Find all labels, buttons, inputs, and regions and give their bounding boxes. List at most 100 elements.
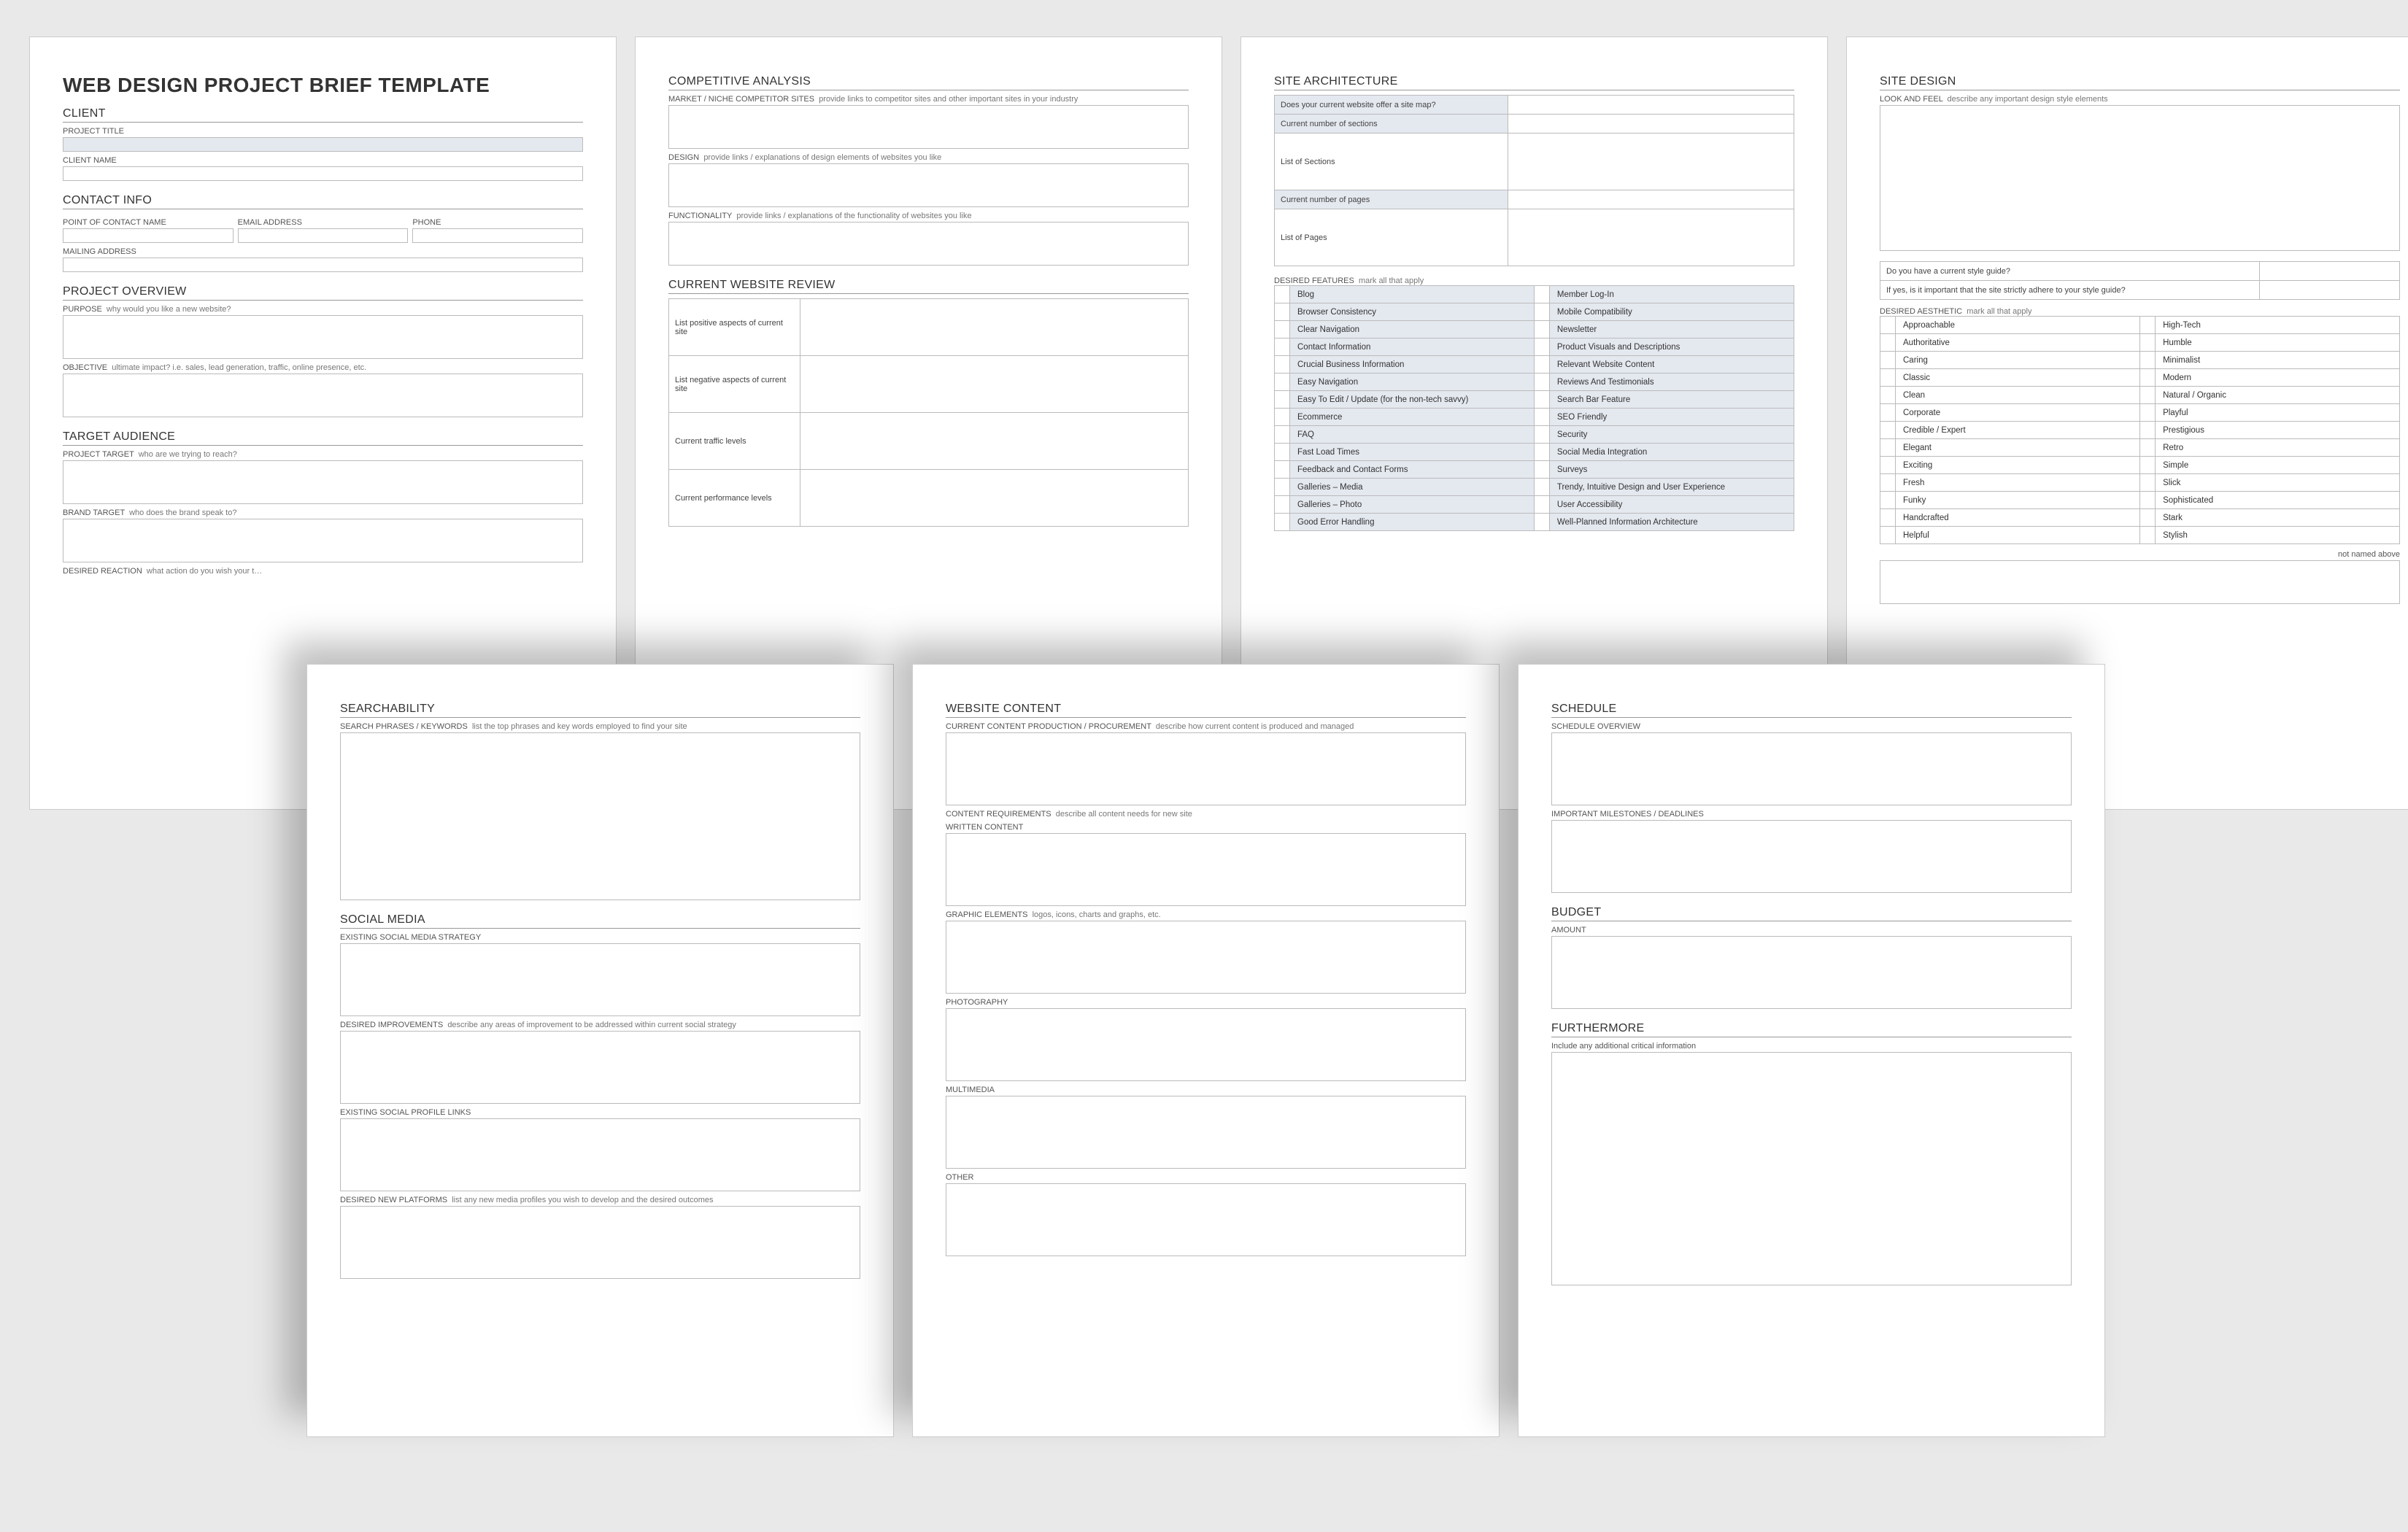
checkbox[interactable] [2140,474,2156,492]
field-list-pages[interactable] [1508,209,1794,266]
checkbox[interactable] [1275,444,1290,461]
checkbox[interactable] [1534,444,1549,461]
checkbox[interactable] [1880,474,1896,492]
checkbox[interactable] [1534,374,1549,391]
checkbox[interactable] [1880,317,1896,334]
checkbox[interactable] [1534,409,1549,426]
field-new-platforms[interactable] [340,1206,860,1279]
field-written[interactable] [946,833,1466,906]
checkbox[interactable] [1534,321,1549,338]
checkbox[interactable] [1534,303,1549,321]
checkbox[interactable] [1534,461,1549,479]
checkbox[interactable] [1880,387,1896,404]
checkbox[interactable] [1880,509,1896,527]
field-num-pages[interactable] [1508,190,1794,209]
field-objective[interactable] [63,374,583,417]
field-num-sections[interactable] [1508,115,1794,134]
field-sitemap[interactable] [1508,96,1794,115]
checkbox[interactable] [1880,334,1896,352]
field-furthermore[interactable] [1551,1052,2072,1285]
field-market[interactable] [668,105,1189,149]
field-other[interactable] [946,1183,1466,1256]
field-functionality[interactable] [668,222,1189,266]
checkbox[interactable] [1534,338,1549,356]
field-client-name[interactable] [63,166,583,181]
checkbox[interactable] [1275,356,1290,374]
field-positive[interactable] [800,299,1189,356]
field-profile-links[interactable] [340,1118,860,1191]
checkbox[interactable] [2140,404,2156,422]
field-schedule-overview[interactable] [1551,732,2072,805]
field-existing-strategy[interactable] [340,943,860,1016]
field-look-and-feel[interactable] [1880,105,2400,251]
field-style-q2[interactable] [2260,281,2400,300]
label-schedule-overview: SCHEDULE OVERVIEW [1551,722,2072,731]
checkbox[interactable] [1275,286,1290,303]
checkbox[interactable] [1534,514,1549,531]
checkbox[interactable] [2140,527,2156,544]
checkbox[interactable] [1275,514,1290,531]
checkbox[interactable] [1880,492,1896,509]
field-project-target[interactable] [63,460,583,504]
checkbox[interactable] [1534,286,1549,303]
field-purpose[interactable] [63,315,583,359]
checkbox[interactable] [2140,352,2156,369]
field-poc[interactable] [63,228,234,243]
field-milestones[interactable] [1551,820,2072,893]
label-purpose: PURPOSE why would you like a new website… [63,305,583,314]
checkbox[interactable] [1275,374,1290,391]
field-amount[interactable] [1551,936,2072,1009]
checkbox[interactable] [1275,303,1290,321]
field-performance[interactable] [800,470,1189,527]
checkbox[interactable] [2140,457,2156,474]
field-not-named[interactable] [1880,560,2400,604]
feature-item: Product Visuals and Descriptions [1549,338,1794,356]
checkbox[interactable] [1880,352,1896,369]
field-negative[interactable] [800,356,1189,413]
field-graphic[interactable] [946,921,1466,994]
field-email[interactable] [238,228,409,243]
checkbox[interactable] [2140,387,2156,404]
checkbox[interactable] [1534,356,1549,374]
field-improvements[interactable] [340,1031,860,1104]
checkbox[interactable] [1275,391,1290,409]
checkbox[interactable] [1275,426,1290,444]
checkbox[interactable] [2140,334,2156,352]
field-list-sections[interactable] [1508,134,1794,190]
field-project-title[interactable] [63,137,583,152]
checkbox[interactable] [1534,426,1549,444]
checkbox[interactable] [1534,391,1549,409]
checkbox[interactable] [1534,496,1549,514]
checkbox[interactable] [2140,439,2156,457]
checkbox[interactable] [1275,338,1290,356]
checkbox[interactable] [1880,439,1896,457]
checkbox[interactable] [1880,369,1896,387]
checkbox[interactable] [1880,527,1896,544]
checkbox[interactable] [1275,496,1290,514]
checkbox[interactable] [1275,409,1290,426]
field-multimedia[interactable] [946,1096,1466,1169]
checkbox[interactable] [2140,422,2156,439]
feature-item: User Accessibility [1549,496,1794,514]
checkbox[interactable] [1880,404,1896,422]
field-traffic[interactable] [800,413,1189,470]
field-style-q1[interactable] [2260,262,2400,281]
checkbox[interactable] [1275,461,1290,479]
checkbox[interactable] [2140,369,2156,387]
checkbox[interactable] [1275,479,1290,496]
checkbox[interactable] [2140,492,2156,509]
field-brand-target[interactable] [63,519,583,562]
checkbox[interactable] [2140,509,2156,527]
field-phone[interactable] [412,228,583,243]
field-mailing[interactable] [63,258,583,272]
checkbox[interactable] [1880,422,1896,439]
field-design[interactable] [668,163,1189,207]
checkbox[interactable] [1880,457,1896,474]
checkbox[interactable] [2140,317,2156,334]
field-photography[interactable] [946,1008,1466,1081]
checkbox[interactable] [1534,479,1549,496]
feature-item: High-Tech [2156,317,2400,334]
field-current-content[interactable] [946,732,1466,805]
field-keywords[interactable] [340,732,860,900]
checkbox[interactable] [1275,321,1290,338]
